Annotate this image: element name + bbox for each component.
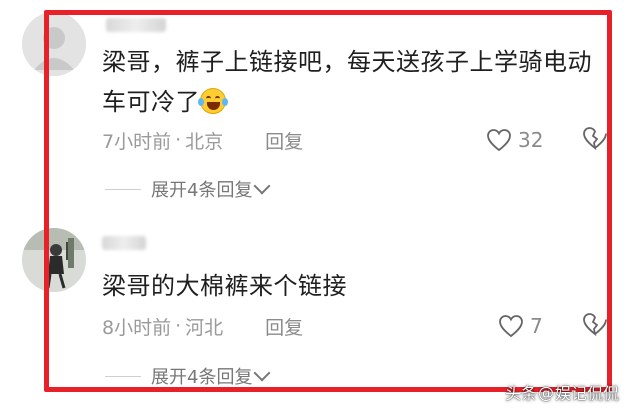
blur-mask — [102, 236, 146, 250]
comment-text-line: 梁哥，裤子上链接吧，每天送孩子上学骑电动 — [102, 48, 592, 76]
comment-text-line: 梁哥的大棉裤来个链接 — [102, 272, 347, 300]
comment-text: 梁哥，裤子上链接吧，每天送孩子上学骑电动 车可冷了 — [102, 42, 592, 122]
meta-separator: · — [175, 315, 182, 337]
avatar[interactable] — [22, 228, 86, 292]
expand-divider — [105, 188, 141, 190]
avatar[interactable] — [22, 12, 86, 76]
watermark-prefix: 头条 — [505, 384, 538, 403]
user-photo-avatar-icon — [22, 228, 86, 292]
comment-location: 河北 — [185, 316, 224, 339]
blur-mask — [106, 18, 166, 32]
comment-location: 北京 — [185, 130, 224, 153]
dislike-button[interactable] — [582, 312, 608, 340]
expand-replies[interactable]: 展开4条回复 — [105, 175, 271, 203]
expand-replies[interactable]: 展开4条回复 — [105, 362, 271, 390]
heart-icon — [487, 129, 511, 152]
heart-icon — [499, 315, 523, 338]
chevron-down-icon — [253, 177, 271, 195]
laughing-tears-emoji-icon — [198, 88, 228, 114]
watermark: 头条 @ 娱记侃侃 — [505, 380, 619, 404]
broken-heart-icon — [583, 127, 607, 151]
username-blurred[interactable] — [106, 14, 166, 34]
expand-replies-label: 展开4条回复 — [151, 180, 253, 201]
expand-divider — [105, 375, 141, 377]
like-button[interactable]: 7 — [498, 312, 543, 340]
meta-separator: · — [175, 129, 182, 151]
comment-meta: 7小时前 · 北京 回复 — [102, 126, 303, 154]
comment-text: 梁哥的大棉裤来个链接 — [102, 266, 347, 306]
watermark-at: @ — [538, 382, 555, 402]
watermark-account: 娱记侃侃 — [555, 384, 620, 403]
comment-time: 8小时前 — [102, 316, 172, 339]
reply-button[interactable]: 回复 — [265, 313, 303, 340]
reply-button[interactable]: 回复 — [265, 127, 303, 154]
default-avatar-icon — [22, 12, 86, 76]
dislike-button[interactable] — [582, 126, 608, 154]
expand-replies-label: 展开4条回复 — [151, 367, 253, 388]
broken-heart-icon — [583, 313, 607, 337]
chevron-down-icon — [253, 364, 271, 382]
comment-text-line: 车可冷了 — [102, 82, 592, 122]
comment-time: 7小时前 — [102, 130, 172, 153]
username-blurred[interactable] — [102, 232, 146, 252]
like-count: 7 — [530, 314, 543, 338]
like-count: 32 — [518, 128, 544, 152]
comment-meta: 8小时前 · 河北 回复 — [102, 312, 303, 340]
like-button[interactable]: 32 — [486, 126, 543, 154]
